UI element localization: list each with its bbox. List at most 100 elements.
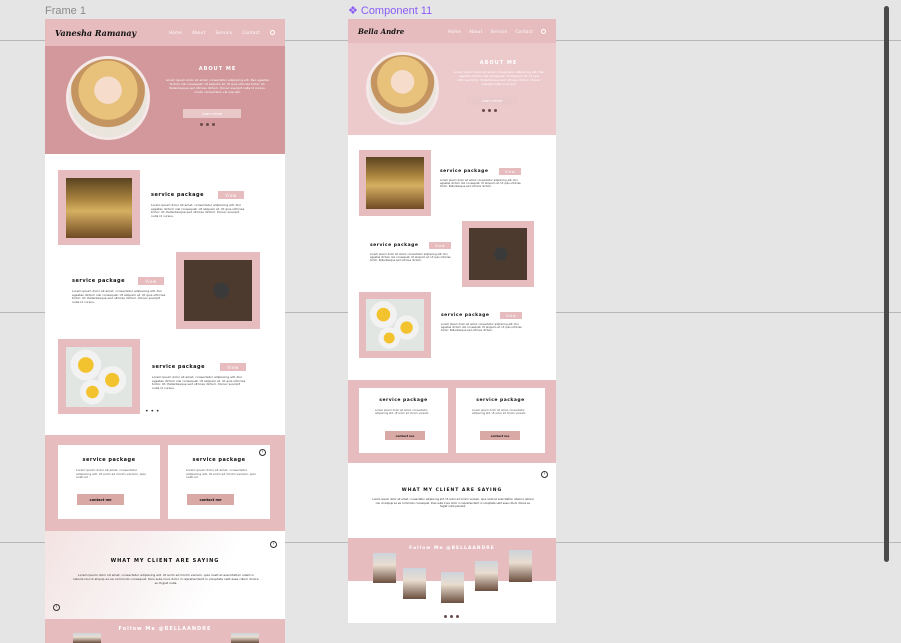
package1-text: Lorem ipsum dolor sit amet, consectetur … xyxy=(440,179,521,189)
next-arrow-icon[interactable]: › xyxy=(270,541,277,548)
frame1-brand[interactable]: Vanesha Ramanay xyxy=(55,28,136,38)
package2-image-frame xyxy=(462,221,534,287)
package2-title: service package xyxy=(72,278,125,284)
insta-photo[interactable] xyxy=(403,568,426,599)
component-testimonial-section: › WHAT MY CLIENT ARE SAYING Lorem ipsum … xyxy=(348,463,556,538)
twitter-icon[interactable] xyxy=(456,615,459,618)
insta-photo[interactable] xyxy=(509,550,532,582)
package3-title: service package xyxy=(441,313,490,318)
next-arrow-icon[interactable]: › xyxy=(541,471,548,478)
testimonial-title: WHAT MY CLIENT ARE SAYING xyxy=(401,488,503,493)
wheat-field-photo xyxy=(66,177,132,238)
insta-photo[interactable] xyxy=(475,561,498,591)
nav-service[interactable]: Service xyxy=(215,30,232,35)
about-text: Lorem ipsum dolor sit amet, consectetur … xyxy=(453,70,545,86)
frame1-cards-section: service package Lorem ipsum dolor sit am… xyxy=(45,435,285,531)
nav-contact[interactable]: Contact xyxy=(242,30,260,35)
package1-view-button[interactable]: View xyxy=(499,168,521,175)
component-label[interactable]: ❖ Component 11 xyxy=(348,4,433,18)
about-title: ABOUT ME xyxy=(479,60,518,66)
package3-image-frame xyxy=(359,292,431,358)
nav-contact[interactable]: Contact xyxy=(515,29,533,34)
package2-view-button[interactable]: View xyxy=(138,277,164,285)
frame1-about-section: ABOUT ME Lorem ipsum dolor sit amet, con… xyxy=(45,46,285,154)
instagram-icon[interactable] xyxy=(206,123,209,126)
instagram-icon[interactable] xyxy=(450,615,453,618)
nav-about[interactable]: About xyxy=(469,29,482,34)
nav-about[interactable]: About xyxy=(192,30,205,35)
service-card-1: service package Lorem ipsum dolor sit am… xyxy=(58,445,160,519)
package3-image-frame xyxy=(58,339,140,414)
package3-text: Lorem ipsum dolor sit amet, consectetur … xyxy=(441,323,522,333)
package1-view-button[interactable]: View xyxy=(218,191,244,199)
food-photo xyxy=(366,298,424,352)
card1-text: Lorem ipsum dolor sit amet, consectetur … xyxy=(375,409,430,416)
twitter-icon[interactable] xyxy=(494,109,497,112)
package3-title: service package xyxy=(152,364,205,370)
facebook-icon[interactable] xyxy=(482,109,485,112)
testimonial-text: Lorem ipsum dolor sit amet, consectetur … xyxy=(372,498,534,509)
profile-photo xyxy=(66,56,150,140)
twitter-icon[interactable] xyxy=(212,123,215,126)
component-nav: Home About Service Contact xyxy=(448,28,546,34)
package2-view-button[interactable]: View xyxy=(429,242,451,249)
package2-text: Lorem ipsum dolor sit amet, consectetur … xyxy=(370,253,451,263)
insta-photo[interactable] xyxy=(231,633,259,643)
learn-more-button[interactable]: Learn more xyxy=(183,109,241,118)
package1-image-frame xyxy=(359,150,431,216)
testimonial-text: Lorem ipsum dolor sit amet, consectetur … xyxy=(73,573,259,585)
follow-handle[interactable]: Follow Me @BELLAANDRE xyxy=(45,626,285,632)
card2-text: Lorem ipsum dolor sit amet, consectetur … xyxy=(472,409,527,416)
search-icon[interactable] xyxy=(270,30,275,35)
component11-frame[interactable]: Bella Andre Home About Service Contact A… xyxy=(348,19,556,623)
card1-contact-button[interactable]: contact me xyxy=(385,431,425,440)
package3-text: Lorem ipsum dolor sit amet, consectetur … xyxy=(152,375,246,390)
profile-photo xyxy=(366,52,439,125)
component-brand[interactable]: Bella Andre xyxy=(358,27,404,36)
nav-home[interactable]: Home xyxy=(169,30,182,35)
instagram-icon[interactable] xyxy=(488,109,491,112)
frame1[interactable]: Vanesha Ramanay Home About Service Conta… xyxy=(45,19,285,643)
card1-contact-button[interactable]: contact me xyxy=(77,494,124,505)
card2-contact-button[interactable]: contact me xyxy=(480,431,520,440)
card1-text: Lorem ipsum dolor sit amet, consectetur … xyxy=(76,468,146,480)
design-canvas[interactable]: Frame 1 ❖ Component 11 Vanesha Ramanay H… xyxy=(0,0,901,643)
more-dots-icon: • • • xyxy=(145,408,160,415)
card2-title: service package xyxy=(476,398,525,403)
footer-social-icons xyxy=(444,615,459,618)
about-title: ABOUT ME xyxy=(198,66,237,72)
insta-photo[interactable] xyxy=(441,572,464,603)
component-label-text: Component 11 xyxy=(360,4,433,17)
facebook-icon[interactable] xyxy=(444,615,447,618)
component-header: Bella Andre Home About Service Contact xyxy=(348,19,556,43)
testimonial-title: WHAT MY CLIENT ARE SAYING xyxy=(110,558,220,564)
canvas-scrollbar[interactable] xyxy=(884,6,889,562)
component-cards-section: service package Lorem ipsum dolor sit am… xyxy=(348,380,556,463)
nav-service[interactable]: Service xyxy=(490,29,507,34)
search-icon[interactable] xyxy=(541,28,546,34)
food-photo xyxy=(66,346,132,407)
frame1-testimonial-section: › WHAT MY CLIENT ARE SAYING Lorem ipsum … xyxy=(45,531,285,619)
arrow-right-icon[interactable]: › xyxy=(259,449,266,456)
package1-text: Lorem ipsum dolor sit amet, consectetur … xyxy=(151,203,245,218)
package3-view-button[interactable]: View xyxy=(220,363,246,371)
package1-image-frame xyxy=(58,170,140,245)
package1-title: service package xyxy=(151,192,204,198)
insta-photo[interactable] xyxy=(73,633,101,643)
facebook-icon[interactable] xyxy=(200,123,203,126)
service-card-1: service package Lorem ipsum dolor sit am… xyxy=(359,388,448,453)
insta-photo[interactable] xyxy=(373,553,396,583)
nav-home[interactable]: Home xyxy=(448,29,461,34)
learn-more-button[interactable]: Learn more xyxy=(467,97,517,105)
package3-view-button[interactable]: View xyxy=(500,312,522,319)
camera-photo xyxy=(184,259,252,322)
frame1-label[interactable]: Frame 1 xyxy=(45,5,86,17)
card2-contact-button[interactable]: contact me xyxy=(187,494,234,505)
package1-title: service package xyxy=(440,169,489,174)
package2-title: service package xyxy=(370,243,419,248)
camera-photo xyxy=(469,227,527,281)
prev-arrow-icon[interactable]: ‹ xyxy=(53,604,60,611)
card1-title: service package xyxy=(82,457,136,463)
package2-image-frame xyxy=(176,252,260,329)
frame1-follow-section: Follow Me @BELLAANDRE xyxy=(45,619,285,643)
